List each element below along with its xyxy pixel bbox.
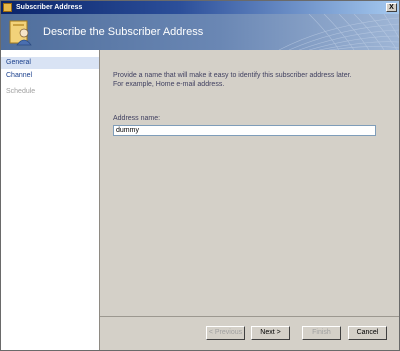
subscriber-address-icon <box>9 20 32 46</box>
previous-button[interactable]: < Previous <box>206 326 245 340</box>
finish-button[interactable]: Finish <box>302 326 341 340</box>
app-icon <box>3 3 12 12</box>
address-name-label: Address name: <box>113 115 161 122</box>
header-banner: Describe the Subscriber Address <box>1 14 399 50</box>
sidebar-item-schedule: Schedule <box>6 88 36 95</box>
close-button[interactable]: X <box>386 3 397 12</box>
description-line-2: For example, Home e-mail address. <box>113 81 225 88</box>
title-bar[interactable]: Subscriber Address X <box>1 1 399 14</box>
address-name-input[interactable]: dummy <box>113 125 376 136</box>
content-panel: Provide a name that will make it easy to… <box>100 50 399 316</box>
banner-grid-decoration <box>278 14 399 50</box>
sidebar-nav: General Channel Schedule <box>1 50 100 350</box>
cancel-button[interactable]: Cancel <box>348 326 387 340</box>
footer-separator <box>100 316 399 317</box>
page-title: Describe the Subscriber Address <box>43 26 204 38</box>
next-button[interactable]: Next > <box>251 326 290 340</box>
dialog-window: Subscriber Address X Describe the Subscr… <box>0 0 400 351</box>
description-line-1: Provide a name that will make it easy to… <box>113 72 352 79</box>
sidebar-item-general[interactable]: General <box>1 57 99 69</box>
window-title: Subscriber Address <box>16 4 83 11</box>
description-text: Provide a name that will make it easy to… <box>113 71 383 89</box>
sidebar-item-channel[interactable]: Channel <box>1 70 99 82</box>
